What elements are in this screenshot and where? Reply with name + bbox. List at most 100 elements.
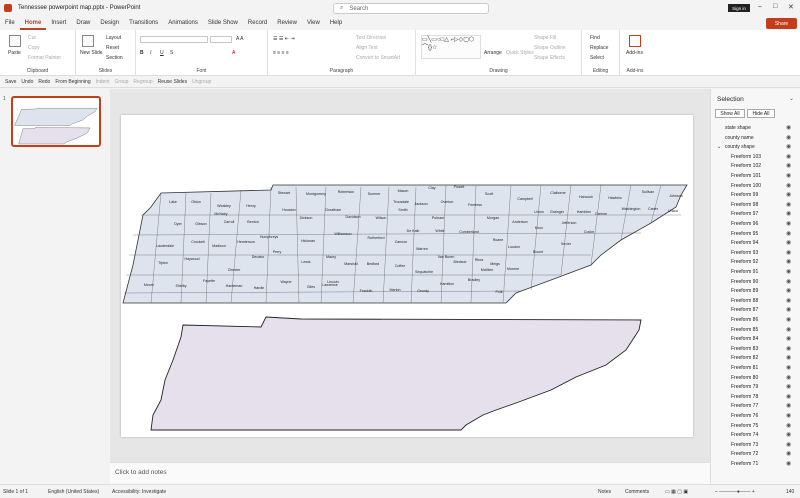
tab-draw[interactable]: Draw [71,16,95,30]
selection-item[interactable]: Freeform 76 ◉ [711,412,800,421]
selection-item[interactable]: Freeform 96 ◉ [711,220,800,229]
language[interactable]: English (United States) [48,489,99,495]
visibility-eye-icon[interactable]: ◉ [786,278,791,285]
quick-styles-button[interactable]: Quick Styles [506,50,534,56]
visibility-eye-icon[interactable]: ◉ [786,249,791,256]
shape-outline-button[interactable]: Shape Outline [534,45,566,51]
bold-icon[interactable]: B [140,50,144,56]
selection-item[interactable]: Freeform 79 ◉ [711,383,800,392]
search-input[interactable]: ⌕ Search [333,3,489,14]
visibility-eye-icon[interactable]: ◉ [786,422,791,429]
addins-icon[interactable] [629,35,641,47]
visibility-eye-icon[interactable]: ◉ [786,258,791,265]
visibility-eye-icon[interactable]: ◉ [786,441,791,448]
align-text-button[interactable]: Align Text [356,45,378,51]
arrange-button[interactable]: Arrange [484,50,502,56]
chevron-down-icon[interactable]: ⌄ [789,95,794,102]
selection-item[interactable]: Freeform 82 ◉ [711,354,800,363]
selection-item[interactable]: Freeform 77 ◉ [711,402,800,411]
visibility-eye-icon[interactable]: ◉ [786,230,791,237]
selection-item[interactable]: Freeform 94 ◉ [711,239,800,248]
selection-item[interactable]: Freeform 80 ◉ [711,374,800,383]
redo-button[interactable]: Redo [38,79,50,85]
visibility-eye-icon[interactable]: ◉ [786,431,791,438]
visibility-eye-icon[interactable]: ◉ [786,354,791,361]
visibility-eye-icon[interactable]: ◉ [786,450,791,457]
bullets-icon[interactable]: ☰ ☰ ⇤ ⇥ [273,36,295,42]
visibility-eye-icon[interactable]: ◉ [786,201,791,208]
notes-pane[interactable]: Click to add notes [110,462,710,484]
selection-item[interactable]: Freeform 93 ◉ [711,249,800,258]
save-button[interactable]: Save [5,79,16,85]
visibility-eye-icon[interactable]: ◉ [786,364,791,371]
visibility-eye-icon[interactable]: ◉ [786,402,791,409]
selection-item[interactable]: county name ◉ [711,134,800,143]
new-slide-button[interactable]: New Slide [80,50,103,56]
tab-help[interactable]: Help [325,16,347,30]
ungroup-button[interactable]: Ungroup [192,79,211,85]
visibility-eye-icon[interactable]: ◉ [786,306,791,313]
zoom-slider[interactable]: – ─────●─── + [715,489,755,495]
selection-item[interactable]: Freeform 84 ◉ [711,335,800,344]
indent-button[interactable]: Indent [96,79,110,85]
close-icon[interactable]: ✕ [788,3,794,11]
share-button[interactable]: Share [766,18,797,29]
visibility-eye-icon[interactable]: ◉ [786,393,791,400]
selection-item[interactable]: Freeform 97 ◉ [711,210,800,219]
selection-item[interactable]: Freeform 101 ◉ [711,172,800,181]
visibility-eye-icon[interactable]: ◉ [786,182,791,189]
copy-button[interactable]: Copy [28,45,40,51]
visibility-eye-icon[interactable]: ◉ [786,460,791,467]
visibility-eye-icon[interactable]: ◉ [786,335,791,342]
selection-item[interactable]: Freeform 98 ◉ [711,201,800,210]
align-icon[interactable]: ≡ ≡ ≡ ≡ [273,50,289,56]
minimize-icon[interactable]: – [758,3,762,10]
shapes-gallery[interactable]: ▭╲▭○□△ ⌐▷◇▢⬡ ⌒{}☆ [421,35,481,59]
new-slide-icon[interactable] [82,35,94,47]
addins-button[interactable]: Add-ins [626,50,643,56]
visibility-eye-icon[interactable]: ◉ [786,412,791,419]
font-name-combo[interactable] [140,36,208,43]
selection-item[interactable]: ⌄ county shape ◉ [711,143,800,152]
shadow-icon[interactable]: S [170,50,173,56]
notes-button[interactable]: Notes [598,489,611,495]
selection-item[interactable]: Freeform 75 ◉ [711,422,800,431]
reset-button[interactable]: Reset [106,45,119,51]
visibility-eye-icon[interactable]: ◉ [786,268,791,275]
selection-item[interactable]: Freeform 86 ◉ [711,316,800,325]
selection-item[interactable]: Freeform 95 ◉ [711,230,800,239]
state-shape[interactable] [150,316,642,431]
visibility-eye-icon[interactable]: ◉ [786,326,791,333]
shape-fill-button[interactable]: Shape Fill [534,35,556,41]
selection-item[interactable]: Freeform 78 ◉ [711,393,800,402]
slide-thumbnail[interactable] [11,96,101,147]
selection-item[interactable]: Freeform 92 ◉ [711,258,800,267]
selection-item[interactable]: Freeform 100 ◉ [711,182,800,191]
zoom-level[interactable]: 140 [786,489,794,495]
group-button[interactable]: Group [115,79,129,85]
hide-all-button[interactable]: Hide All [747,109,775,118]
visibility-eye-icon[interactable]: ◉ [786,383,791,390]
tab-slide-show[interactable]: Slide Show [203,16,243,30]
visibility-eye-icon[interactable]: ◉ [786,143,791,150]
selection-item[interactable]: Freeform 91 ◉ [711,268,800,277]
visibility-eye-icon[interactable]: ◉ [786,345,791,352]
paste-button[interactable]: Paste [8,50,21,56]
slide[interactable]: Lake Obion Weakley Henry Stewart Montgomery Ro… [121,115,693,437]
selection-item[interactable]: Freeform 71 ◉ [711,460,800,469]
reuse-slides-button[interactable]: Reuse Slides [158,79,187,85]
selection-item[interactable]: Freeform 90 ◉ [711,278,800,287]
text-direction-button[interactable]: Text Direction [356,35,386,41]
paste-icon[interactable] [9,35,21,47]
tab-insert[interactable]: Insert [46,16,71,30]
selection-item[interactable]: Freeform 74 ◉ [711,431,800,440]
tab-file[interactable]: File [0,16,20,30]
tab-home[interactable]: Home [19,16,47,30]
maximize-icon[interactable]: □ [773,3,777,10]
regroup-button[interactable]: Regroup [133,79,152,85]
visibility-eye-icon[interactable]: ◉ [786,172,791,179]
selection-item[interactable]: Freeform 73 ◉ [711,441,800,450]
visibility-eye-icon[interactable]: ◉ [786,134,791,141]
tab-record[interactable]: Record [243,16,272,30]
smartart-button[interactable]: Convert to SmartArt [356,55,400,61]
